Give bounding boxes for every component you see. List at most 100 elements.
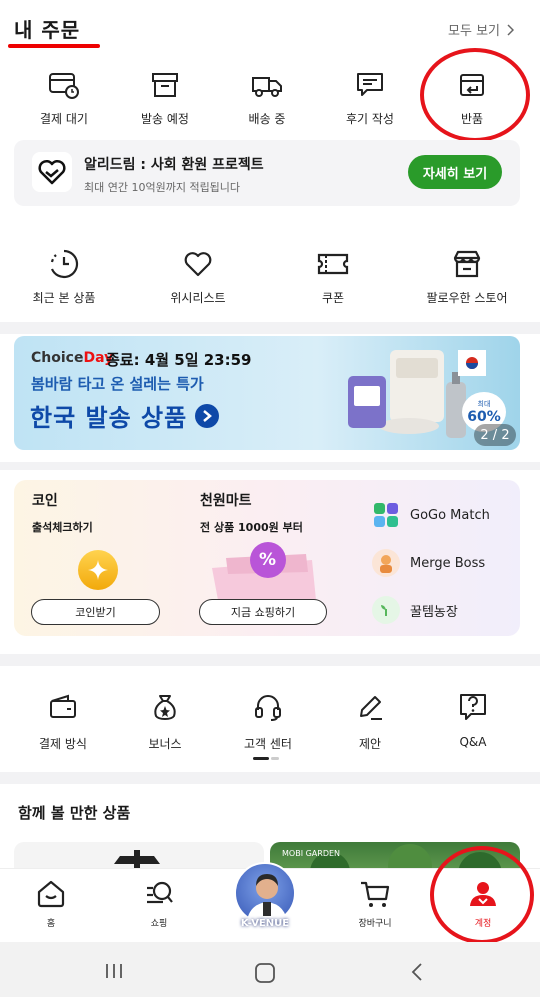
get-coins-button[interactable]: 코인받기 — [31, 599, 160, 625]
quick-label: 위시리스트 — [170, 291, 226, 305]
shop-now-button[interactable]: 지금 쇼핑하기 — [199, 599, 327, 625]
product-brand-label: MOBI GARDEN — [282, 849, 341, 858]
merge-boss-icon — [372, 549, 400, 577]
mart-discount-illustration: % — [212, 538, 328, 600]
coin-subtitle: 출석체크하기 — [32, 521, 93, 534]
arrow-right-icon — [195, 403, 220, 428]
tool-bonus[interactable]: 보너스 — [119, 692, 211, 752]
quick-label: 쿠폰 — [321, 291, 345, 305]
game-merge-boss[interactable]: Merge Boss — [372, 549, 485, 577]
quick-recently-viewed[interactable]: 최근 본 상품 — [9, 248, 119, 306]
nav-home[interactable]: 홈 — [16, 878, 86, 929]
banner-page-indicator: 2 / 2 — [474, 424, 516, 446]
headset-icon — [255, 695, 281, 721]
banner-headline-text: 한국 발송 상품 — [30, 404, 188, 432]
order-label: 발송 예정 — [141, 112, 189, 126]
quick-coupons[interactable]: 쿠폰 — [278, 248, 388, 306]
tool-qna[interactable]: Q&A — [427, 692, 519, 749]
home-icon — [37, 880, 65, 908]
tool-payment-methods[interactable]: 결제 방식 — [17, 692, 109, 752]
nav-label: 장바구니 — [358, 919, 392, 929]
tool-label: 결제 방식 — [39, 737, 87, 751]
see-all-label: 모두 보기 — [448, 24, 500, 39]
chevron-right-icon — [507, 23, 514, 36]
coupon-icon — [317, 253, 349, 275]
nav-cart[interactable]: 장바구니 — [340, 878, 410, 929]
discount-small: 최대 — [477, 400, 491, 408]
home-button-icon[interactable] — [254, 962, 276, 984]
choiceday-logo: ChoiceDay — [31, 350, 113, 366]
see-all-orders-link[interactable]: 모두 보기 — [448, 20, 514, 39]
order-pending-payment[interactable]: 결제 대기 — [19, 70, 109, 127]
section-divider — [0, 654, 540, 666]
tool-label: 보너스 — [148, 737, 182, 751]
farm-sprout-icon — [372, 596, 400, 624]
tool-customer-service[interactable]: 고객 센터 — [222, 692, 314, 752]
title-underline — [8, 44, 100, 48]
brand-part: Choice — [31, 350, 84, 366]
discount-value: 60% — [467, 409, 501, 425]
game-label: 꿀템농장 — [410, 604, 458, 620]
promo-title: 알리드림 : 사회 환원 프로젝트 — [84, 157, 264, 173]
tool-label: 제안 — [358, 737, 382, 751]
nav-label: 쇼핑 — [150, 919, 168, 929]
cart-icon — [361, 881, 390, 907]
quick-followed-stores[interactable]: 팔로우한 스토어 — [412, 248, 522, 306]
pencil-icon — [360, 696, 382, 720]
order-label: 후기 작성 — [346, 112, 394, 126]
promo-subtitle: 최대 연간 10억원까지 적립됩니다 — [84, 181, 241, 194]
back-icon[interactable] — [410, 962, 424, 982]
recents-icon[interactable] — [104, 962, 124, 980]
tool-label: 고객 센터 — [244, 737, 292, 751]
coin-title: 코인 — [32, 493, 58, 509]
history-icon — [50, 249, 79, 279]
quick-label: 팔로우한 스토어 — [426, 291, 508, 305]
nav-label: 홈 — [46, 919, 56, 929]
shopping-search-icon — [147, 881, 173, 904]
order-label: 배송 중 — [248, 112, 286, 126]
wallet-clock-icon — [49, 73, 79, 99]
section-divider — [0, 772, 540, 784]
order-in-transit[interactable]: 배송 중 — [222, 70, 312, 127]
banner-deadline: 종료: 4월 5일 23:59 — [106, 351, 252, 369]
heart-icon — [184, 252, 212, 277]
quick-label: 최근 본 상품 — [32, 291, 96, 305]
store-icon — [453, 250, 481, 278]
order-label: 결제 대기 — [40, 112, 88, 126]
mart-subtitle: 전 상품 1000원 부터 — [200, 521, 303, 534]
percent-badge: % — [259, 550, 277, 570]
bonus-bag-icon — [154, 695, 176, 721]
k-venue-label: K-VENUE — [240, 918, 290, 929]
review-icon — [357, 73, 383, 96]
order-write-review[interactable]: 후기 작성 — [325, 70, 415, 127]
promo-details-button[interactable]: 자세히 보기 — [408, 155, 502, 189]
order-to-ship[interactable]: 발송 예정 — [120, 70, 210, 127]
section-divider — [0, 462, 540, 470]
quick-wishlist[interactable]: 위시리스트 — [143, 248, 253, 306]
box-icon — [152, 73, 178, 97]
game-gogo-match[interactable]: GoGo Match — [372, 501, 490, 529]
k-venue-avatar[interactable] — [234, 862, 296, 926]
tools-scroll-indicator — [253, 757, 279, 760]
page-title: 내 주문 — [14, 18, 81, 42]
mart-title: 천원마트 — [200, 493, 252, 509]
gogo-match-icon — [372, 501, 400, 529]
banner-headline: 한국 발송 상품 — [30, 398, 220, 433]
highlight-circle-returns — [420, 48, 530, 142]
system-navigation-bar — [0, 942, 540, 997]
highlight-circle-account — [430, 846, 534, 944]
coin-sparkle-icon — [78, 550, 118, 590]
nav-shopping[interactable]: 쇼핑 — [124, 878, 194, 929]
tool-label: Q&A — [459, 735, 487, 749]
wallet-icon — [50, 694, 76, 718]
section-divider — [0, 322, 540, 334]
game-honey-farm[interactable]: 꿀템농장 — [372, 596, 458, 624]
tool-suggestions[interactable]: 제안 — [324, 692, 416, 752]
handshake-heart-icon — [32, 152, 72, 192]
game-label: GoGo Match — [410, 507, 490, 523]
truck-icon — [252, 77, 282, 97]
game-label: Merge Boss — [410, 555, 486, 571]
recommendations-title: 함께 볼 만한 상품 — [18, 804, 131, 822]
question-icon — [460, 694, 486, 720]
banner-subtitle: 봄바람 타고 온 설레는 특가 — [31, 375, 204, 393]
